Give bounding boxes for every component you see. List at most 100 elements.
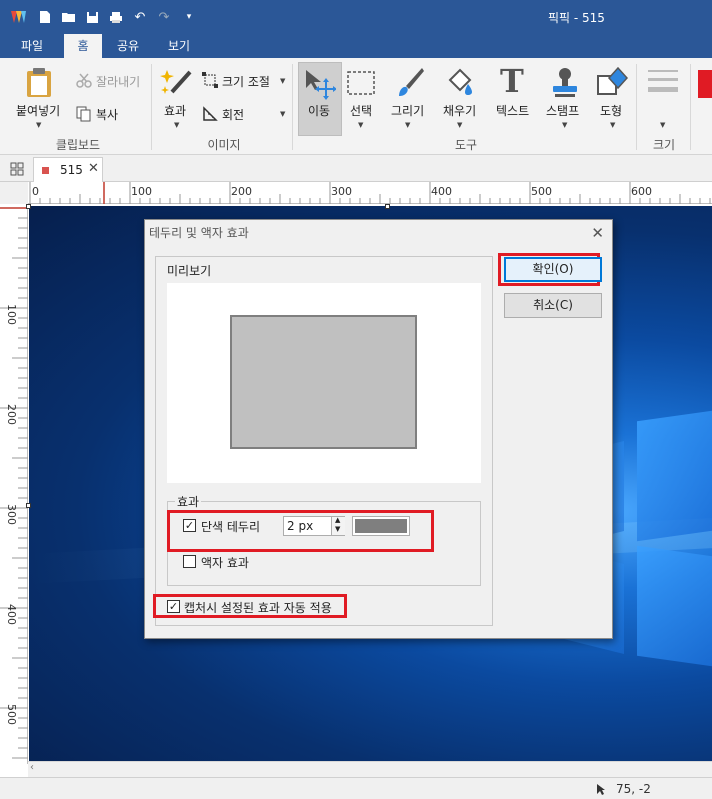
ruler-label: 100 (5, 304, 18, 325)
print-icon[interactable] (108, 9, 124, 25)
customize-toolbar-icon[interactable]: ▾ (181, 9, 197, 25)
effects-group-label: 효과 (175, 493, 202, 510)
stamp-dropdown-icon[interactable]: ▼ (562, 121, 567, 129)
stamp-tool-label[interactable]: 스탬프 (546, 102, 579, 119)
window-title: 픽픽 - 515 (548, 11, 605, 25)
ribbon-separator (292, 64, 293, 150)
dialog-title: 테두리 및 액자 효과 (149, 226, 249, 240)
document-tab[interactable]: 515 ✕ (33, 157, 103, 182)
shape-dropdown-icon[interactable]: ▼ (610, 121, 615, 129)
ok-button[interactable]: 확인(O) (504, 257, 602, 282)
title-bar: ↶ ↷ ▾ 픽픽 - 515 (0, 0, 712, 34)
app-logo-icon (11, 11, 26, 23)
wallpaper-window-pane (637, 545, 712, 667)
select-tool-label[interactable]: 선택 (350, 102, 372, 119)
paste-dropdown-icon[interactable]: ▼ (36, 121, 41, 129)
new-file-icon[interactable] (37, 9, 53, 25)
document-tab-label: 515 (60, 163, 83, 177)
text-tool-icon[interactable]: T (500, 62, 524, 100)
size-group-label: 크기 (652, 138, 676, 152)
vertical-ruler-ticks (0, 207, 28, 759)
tools-group-label: 도구 (454, 138, 478, 152)
horizontal-scrollbar[interactable]: ‹ (28, 761, 712, 777)
frame-effect-label: 액자 효과 (201, 556, 249, 570)
scroll-left-icon[interactable]: ‹ (30, 762, 34, 773)
selection-handle[interactable] (26, 503, 31, 508)
effects-icon[interactable] (160, 66, 194, 98)
rotate-dropdown-icon[interactable]: ▼ (280, 110, 285, 118)
fill-dropdown-icon[interactable]: ▼ (457, 121, 462, 129)
grid-view-icon[interactable] (10, 162, 24, 176)
document-tab-strip: 515 ✕ (0, 155, 712, 182)
move-tool-label[interactable]: 이동 (308, 102, 330, 119)
tab-home[interactable]: 홈 (64, 34, 102, 58)
tab-file[interactable]: 파일 (8, 34, 56, 58)
border-frame-effect-dialog: 테두리 및 액자 효과 ✕ 미리보기 효과 ✓ 단색 테두리 2 px ▲ ▼ … (144, 219, 613, 639)
resize-dropdown-icon[interactable]: ▼ (280, 77, 285, 85)
select-tool-icon[interactable] (346, 70, 376, 96)
ruler-label: 300 (5, 504, 18, 525)
scissors-icon (76, 73, 92, 88)
copy-button[interactable]: 복사 (96, 106, 118, 123)
auto-apply-checkbox[interactable]: ✓ (167, 600, 180, 613)
ruler-label: 600 (631, 185, 652, 198)
paste-icon[interactable] (24, 66, 54, 98)
border-width-stepper[interactable]: ▲ ▼ (331, 516, 345, 535)
effects-label[interactable]: 효과 (164, 102, 186, 119)
close-tab-icon[interactable]: ✕ (88, 161, 99, 176)
frame-effect-checkbox[interactable] (183, 555, 196, 568)
ruler-label: 100 (131, 185, 152, 198)
ribbon: 붙여넣기 ▼ 잘라내기 복사 클립보드 효과 ▼ 크기 조절 ▼ 회전 ▼ 이미… (0, 58, 712, 155)
select-dropdown-icon[interactable]: ▼ (358, 121, 363, 129)
paste-label[interactable]: 붙여넣기 (16, 102, 60, 119)
vertical-ruler: 100 200 300 400 500 (0, 204, 28, 764)
effects-dropdown-icon[interactable]: ▼ (174, 121, 179, 129)
menu-bar: 파일 홈 공유 보기 (0, 34, 712, 58)
undo-icon[interactable]: ↶ (132, 9, 148, 25)
fill-tool-icon[interactable] (444, 66, 476, 100)
horizontal-ruler: 0 100 200 300 400 500 600 (28, 182, 712, 204)
solid-border-label: 단색 테두리 (201, 520, 261, 534)
ribbon-separator (636, 64, 637, 150)
solid-border-checkbox[interactable]: ✓ (183, 519, 196, 532)
save-icon[interactable] (84, 9, 100, 25)
draw-dropdown-icon[interactable]: ▼ (405, 121, 410, 129)
ribbon-separator (151, 64, 152, 150)
draw-tool-icon[interactable] (394, 66, 426, 100)
rotate-icon (203, 106, 218, 121)
selection-handle[interactable] (385, 204, 390, 209)
preview-sample-image (230, 315, 417, 449)
size-dropdown-icon[interactable]: ▼ (660, 121, 665, 129)
auto-apply-label: 캡처시 설정된 효과 자동 적용 (184, 601, 332, 615)
tab-view[interactable]: 보기 (158, 34, 200, 58)
resize-icon (202, 72, 218, 88)
image-group-label: 이미지 (207, 138, 241, 152)
ruler-label: 500 (531, 185, 552, 198)
open-folder-icon[interactable] (60, 9, 76, 25)
tab-share[interactable]: 공유 (106, 34, 150, 58)
line-width-icon[interactable] (646, 68, 680, 98)
selection-handle[interactable] (26, 204, 31, 209)
shape-tool-icon[interactable] (596, 66, 628, 98)
border-color-picker[interactable] (352, 516, 410, 536)
ruler-label: 300 (331, 185, 352, 198)
wallpaper-window-pane (637, 410, 712, 542)
rotate-button[interactable]: 회전 (222, 106, 244, 123)
stepper-down-icon[interactable]: ▼ (335, 525, 340, 533)
cancel-button[interactable]: 취소(C) (504, 293, 602, 318)
shape-tool-label[interactable]: 도형 (600, 102, 622, 119)
border-width-value: 2 px (287, 519, 314, 533)
text-tool-label[interactable]: 텍스트 (496, 102, 529, 119)
close-icon[interactable]: ✕ (591, 224, 604, 242)
color-swatch[interactable] (698, 70, 712, 98)
cursor-icon (597, 784, 605, 795)
stepper-up-icon[interactable]: ▲ (335, 516, 340, 524)
draw-tool-label[interactable]: 그리기 (391, 102, 424, 119)
fill-tool-label[interactable]: 채우기 (443, 102, 476, 119)
redo-icon[interactable]: ↷ (156, 9, 172, 25)
status-bar: 75, -2 (0, 777, 712, 799)
resize-button[interactable]: 크기 조절 (222, 73, 270, 90)
copy-icon (76, 106, 91, 122)
stamp-tool-icon[interactable] (550, 66, 580, 100)
cut-button[interactable]: 잘라내기 (96, 73, 140, 90)
